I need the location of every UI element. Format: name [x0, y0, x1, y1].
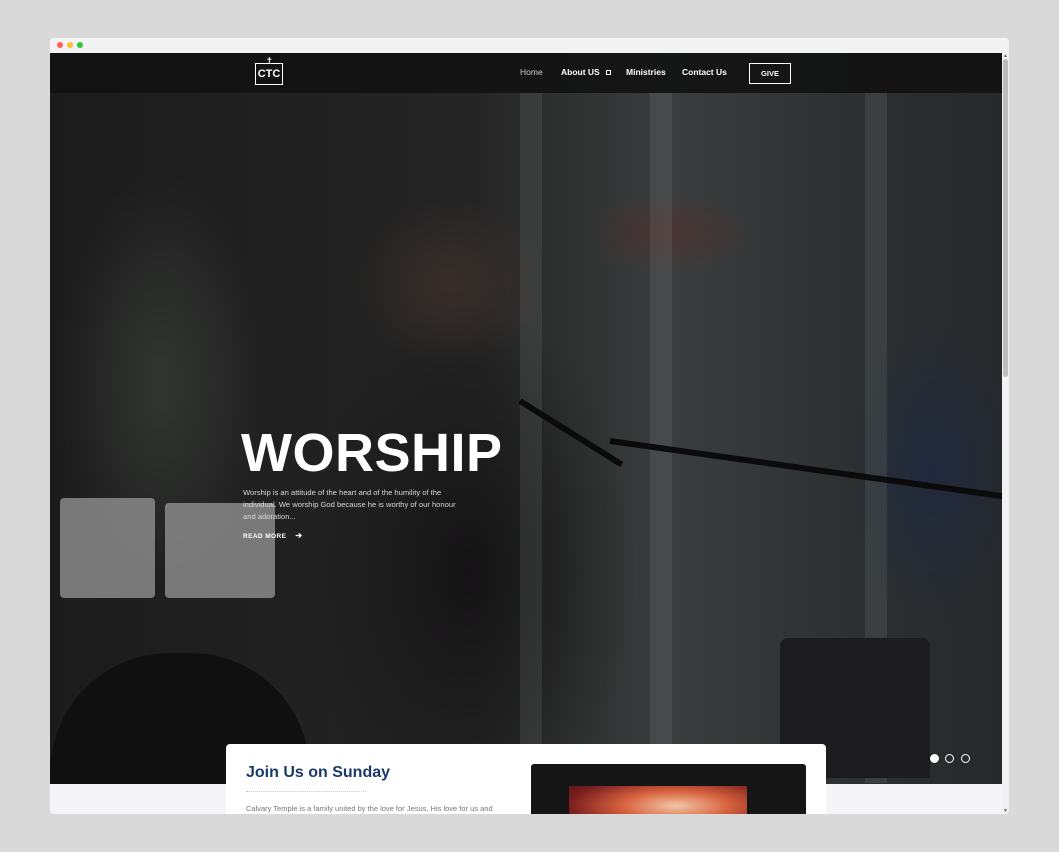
minimize-window-icon[interactable] [67, 42, 73, 48]
page-viewport: ✝ CTC Home About US Ministries Contact U… [50, 53, 1009, 814]
nav-item-contact-us[interactable]: Contact Us [682, 67, 727, 77]
section-text: Calvary Temple is a family united by the… [246, 804, 493, 813]
page-scrollbar[interactable]: ▲ ▼ [1002, 53, 1009, 814]
hero-description: Worship is an attitude of the heart and … [243, 488, 456, 521]
window-titlebar [50, 38, 1009, 53]
nav-item-ministries[interactable]: Ministries [626, 67, 666, 77]
caret-square-icon [605, 70, 611, 76]
slider-dot-1[interactable] [930, 754, 939, 763]
maximize-window-icon[interactable] [77, 42, 83, 48]
nav-item-home[interactable]: Home [520, 67, 543, 77]
give-button[interactable]: GIVE [749, 63, 791, 84]
top-navbar: ✝ CTC Home About US Ministries Contact U… [50, 53, 1002, 93]
video-player[interactable] [531, 764, 806, 814]
slider-dot-3[interactable] [960, 754, 970, 763]
close-window-icon[interactable] [57, 42, 63, 48]
nav-item-about-us[interactable]: About US [561, 67, 611, 77]
site-logo[interactable]: CTC [255, 63, 283, 85]
nav-item-about-us-label: About US [561, 67, 600, 77]
hero-slider: ✝ CTC Home About US Ministries Contact U… [50, 53, 1002, 784]
read-more-label: READ MORE [243, 533, 287, 540]
scroll-down-icon[interactable]: ▼ [1003, 808, 1008, 814]
slider-pagination [930, 750, 972, 768]
hero-overlay [50, 53, 1002, 784]
arrow-right-icon: ➔ [295, 531, 303, 540]
read-more-link[interactable]: READ MORE ➔ [243, 531, 302, 540]
section-title: Join Us on Sunday [246, 764, 391, 781]
browser-window: ✝ CTC Home About US Ministries Contact U… [50, 38, 1009, 814]
slider-dot-2[interactable] [945, 754, 955, 763]
scrollbar-thumb[interactable] [1003, 59, 1008, 377]
title-divider [246, 788, 366, 792]
join-us-card: Join Us on Sunday Calvary Temple is a fa… [226, 744, 826, 814]
video-thumbnail [569, 786, 747, 814]
hero-title: WORSHIP [241, 423, 503, 483]
